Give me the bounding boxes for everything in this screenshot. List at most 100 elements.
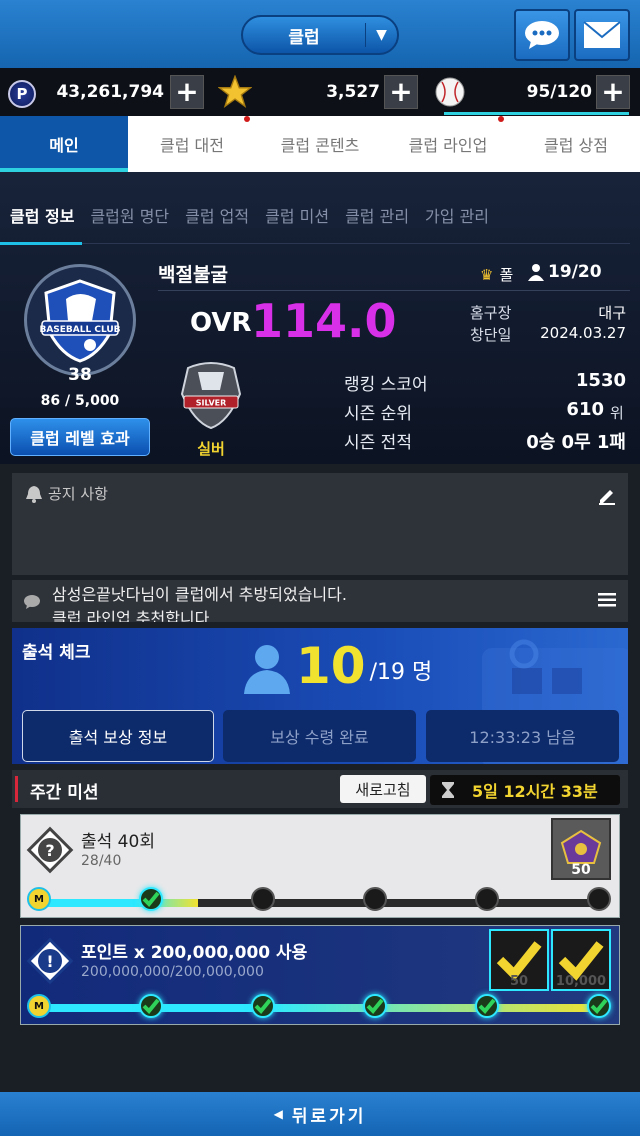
tab-club-contents[interactable]: 클럽 콘텐츠 bbox=[256, 116, 384, 172]
back-button[interactable]: ◀ 뒤로가기 bbox=[0, 1092, 640, 1136]
mission-card[interactable]: ! 포인트 x 200,000,000 사용 200,000,000/200,0… bbox=[20, 925, 620, 1025]
svg-text:SILVER: SILVER bbox=[196, 399, 227, 408]
edit-notice-button[interactable] bbox=[598, 487, 616, 509]
ovr-value: 114.0 bbox=[251, 294, 397, 348]
reward-count: 50 bbox=[509, 974, 529, 989]
mission-progress-text: 28/40 bbox=[81, 853, 122, 869]
stamina-value: 95/120 bbox=[526, 82, 592, 102]
mission-title: 출석 40회 bbox=[81, 832, 155, 852]
leader-name: 폴 bbox=[499, 266, 514, 284]
mission-progress-fill bbox=[41, 1004, 601, 1012]
mission-reward: 50 bbox=[551, 818, 611, 880]
currency-bar: P 43,261,794 + 3,527 + 95/120 + bbox=[0, 68, 640, 116]
notice-title-text: 공지 사항 bbox=[48, 485, 108, 503]
crown-icon: ♛ bbox=[480, 265, 494, 284]
divider bbox=[158, 290, 630, 291]
chat-bubble-icon bbox=[525, 21, 559, 49]
tab-label: 클럽 상점 bbox=[544, 136, 608, 155]
mission-card[interactable]: ? 출석 40회 28/40 50 M bbox=[20, 814, 620, 918]
milestone-complete bbox=[139, 994, 163, 1018]
menu-icon[interactable] bbox=[598, 592, 616, 611]
attendance-number: 10 bbox=[296, 637, 366, 695]
attendance-title: 출석 체크 bbox=[22, 643, 91, 663]
club-exp: 86 / 5,000 bbox=[40, 393, 120, 409]
milestone bbox=[363, 887, 387, 911]
svg-text:BASEBALL CLUB: BASEBALL CLUB bbox=[39, 325, 120, 335]
time-remaining: 12:33:23 남음 bbox=[426, 710, 619, 762]
subtab-member-list[interactable]: 클럽원 명단 bbox=[90, 186, 169, 244]
chat-line: 삼성은끝낫다님이 클럽에서 추방되었습니다. bbox=[52, 585, 347, 604]
club-menu-label: 클럽 bbox=[288, 27, 320, 48]
attendance-count: 10 /19 명 bbox=[242, 638, 432, 694]
baseball-icon bbox=[434, 76, 466, 108]
svg-text:!: ! bbox=[46, 952, 53, 971]
mission-progress-text: 200,000,000/200,000,000 bbox=[81, 964, 264, 980]
club-level: 38 bbox=[68, 365, 92, 385]
question-icon: ? bbox=[26, 826, 74, 874]
weekly-timer: 5일 12시간 33분 bbox=[430, 775, 620, 805]
club-level-effect-button[interactable]: 클럽 레벨 효과 bbox=[10, 418, 150, 456]
attendance-reward-info-button[interactable]: 출석 보상 정보 bbox=[22, 710, 214, 762]
notice-board: 공지 사항 bbox=[12, 473, 628, 575]
milestone-complete bbox=[363, 994, 387, 1018]
milestone-complete bbox=[139, 887, 163, 911]
club-chat-preview[interactable]: 삼성은끝낫다님이 클럽에서 추방되었습니다. 클럽 라인업 추천합니다 bbox=[12, 580, 628, 622]
points-icon: P bbox=[8, 78, 36, 110]
top-bar: 클럽 ▼ bbox=[0, 0, 640, 68]
club-menu-dropdown[interactable]: 클럽 ▼ bbox=[241, 15, 399, 55]
points-value: 43,261,794 bbox=[56, 82, 164, 102]
subtab-join-management[interactable]: 가입 관리 bbox=[425, 186, 489, 244]
mission-progress-fill bbox=[41, 899, 198, 907]
tab-club-lineup[interactable]: 클럽 라인업 bbox=[384, 116, 512, 172]
tab-label: 클럽 콘텐츠 bbox=[280, 136, 360, 155]
milestone bbox=[251, 887, 275, 911]
hourglass-icon bbox=[442, 782, 454, 798]
refresh-button[interactable]: 새로고침 bbox=[340, 775, 426, 803]
stamina-bar bbox=[444, 112, 629, 115]
add-stamina-button[interactable]: + bbox=[596, 75, 630, 109]
milestone-start: M bbox=[27, 887, 51, 911]
mission-title: 포인트 x 200,000,000 사용 bbox=[81, 943, 308, 963]
person-icon bbox=[528, 264, 544, 281]
accent-bar bbox=[15, 776, 18, 802]
subtab-achievements[interactable]: 클럽 업적 bbox=[185, 186, 249, 244]
add-stars-button[interactable]: + bbox=[384, 75, 418, 109]
milestone-start: M bbox=[27, 994, 51, 1018]
club-name: 백절불굴 bbox=[158, 264, 228, 286]
tier-name: 실버 bbox=[197, 440, 225, 458]
tab-club-shop[interactable]: 클럽 상점 bbox=[512, 116, 640, 172]
chat-icon bbox=[24, 594, 40, 613]
member-count-value: 19/20 bbox=[548, 262, 602, 282]
reward-claimed-button[interactable]: 보상 수령 완료 bbox=[223, 710, 416, 762]
svg-text:?: ? bbox=[45, 841, 54, 860]
reward-count: 50 bbox=[571, 862, 591, 878]
tab-club-battle[interactable]: 클럽 대전 bbox=[128, 116, 256, 172]
chat-button[interactable] bbox=[514, 9, 570, 61]
milestone-complete bbox=[475, 994, 499, 1018]
weekly-timer-value: 5일 12시간 33분 bbox=[472, 782, 598, 801]
tier-emblem: SILVER bbox=[176, 358, 246, 430]
ovr-label: OVR bbox=[190, 308, 252, 338]
back-arrow-icon: ◀ bbox=[273, 1107, 286, 1121]
attendance-total: /19 명 bbox=[369, 660, 433, 685]
chat-messages: 삼성은끝낫다님이 클럽에서 추방되었습니다. 클럽 라인업 추천합니다 bbox=[52, 583, 347, 622]
subtab-management[interactable]: 클럽 관리 bbox=[345, 186, 409, 244]
subtab-club-info[interactable]: 클럽 정보 bbox=[0, 186, 83, 245]
stars-value: 3,527 bbox=[326, 82, 380, 102]
weekly-mission-title: 주간 미션 bbox=[30, 783, 99, 803]
mail-icon bbox=[583, 21, 621, 48]
sub-tabs: 클럽 정보 클럽원 명단 클럽 업적 클럽 미션 클럽 관리 가입 관리 bbox=[0, 186, 630, 245]
home-value: 대구 bbox=[598, 304, 626, 322]
founded-value: 2024.03.27 bbox=[540, 324, 626, 342]
season-record-value: 0승 0무 1패 bbox=[526, 432, 626, 453]
tab-main[interactable]: 메인 bbox=[0, 116, 128, 172]
mail-button[interactable] bbox=[574, 9, 630, 61]
star-icon bbox=[218, 75, 252, 108]
milestone-complete bbox=[587, 994, 611, 1018]
mission-reward: 10,000 bbox=[551, 929, 611, 991]
subtab-missions[interactable]: 클럽 미션 bbox=[265, 186, 329, 244]
season-rank-label: 시즌 순위 bbox=[344, 404, 412, 424]
add-points-button[interactable]: + bbox=[170, 75, 204, 109]
tab-label: 클럽 대전 bbox=[160, 136, 224, 155]
member-count: 19/20 bbox=[528, 262, 602, 282]
